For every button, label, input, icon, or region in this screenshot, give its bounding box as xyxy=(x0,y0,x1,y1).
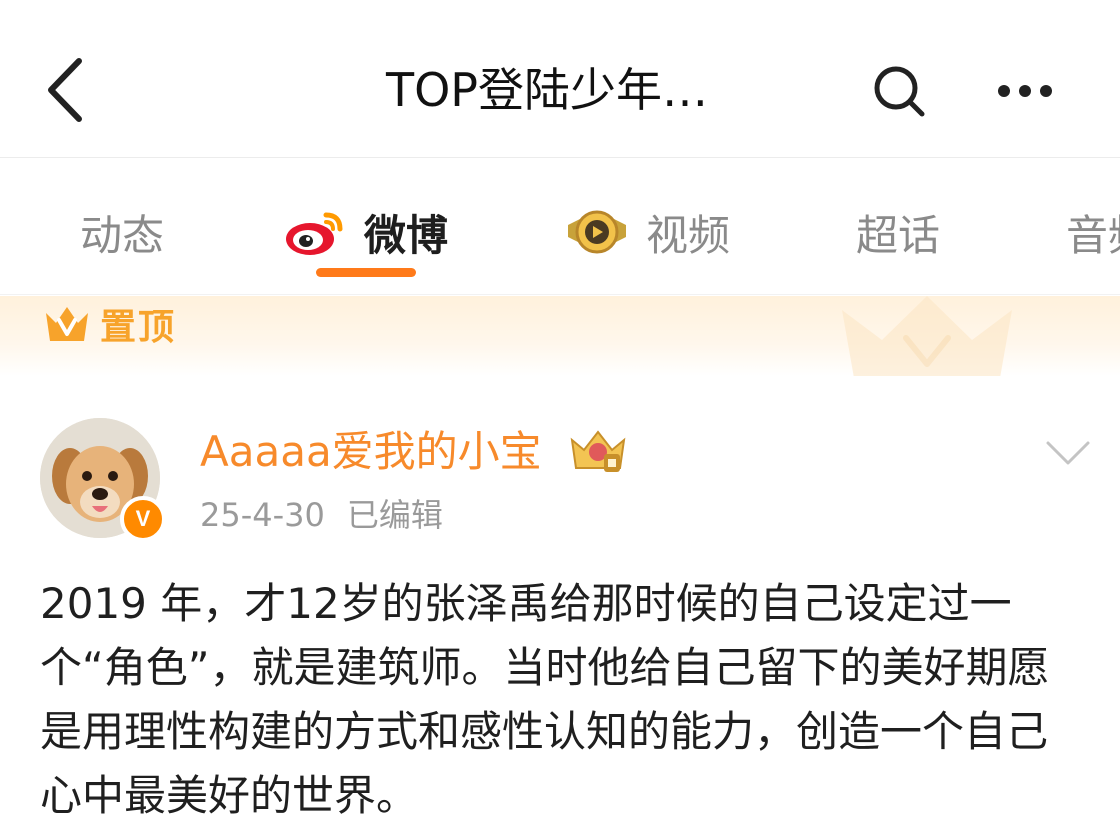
tab-weibo[interactable]: 微博 xyxy=(284,197,448,267)
tab-label: 视频 xyxy=(646,210,731,260)
username[interactable]: Aaaaa爱我的小宝 xyxy=(200,424,542,480)
pinned-banner: 置顶 xyxy=(0,296,1120,376)
tab-label: 动态 xyxy=(80,210,165,260)
pinned-badge: 置顶 xyxy=(42,298,176,350)
post-meta: 25-4-30 已编辑 xyxy=(200,494,443,536)
tab-super-topic[interactable]: 超话 xyxy=(856,197,940,267)
tab-label: 微博 xyxy=(364,210,449,260)
post-text: 2019 年，才12岁的张泽禹给那时候的自己设定过一个“角色”，就是建筑师。当时… xyxy=(40,579,1050,820)
crown-v-icon xyxy=(46,307,88,341)
top-bar: TOP登陆少年… xyxy=(0,0,1120,158)
tab-label: 音频 xyxy=(1066,210,1120,260)
search-button[interactable] xyxy=(866,58,932,124)
more-dots-icon xyxy=(998,85,1052,97)
edited-label: 已编辑 xyxy=(346,496,443,534)
pinned-label: 置顶 xyxy=(100,307,177,348)
active-tab-indicator xyxy=(316,268,416,277)
post-options-button[interactable] xyxy=(1036,428,1100,478)
member-crown-icon[interactable] xyxy=(568,428,628,476)
verified-badge: V xyxy=(120,496,166,542)
tab-label: 超话 xyxy=(856,210,941,260)
video-badge-icon xyxy=(568,210,626,254)
verified-badge-label: V xyxy=(135,506,151,531)
weibo-logo-icon xyxy=(286,212,343,255)
more-button[interactable] xyxy=(990,58,1060,124)
search-icon xyxy=(874,66,925,117)
chevron-left-icon xyxy=(48,58,82,122)
tab-audio[interactable]: 音频 xyxy=(1066,197,1120,267)
crown-watermark-icon xyxy=(842,296,1012,376)
chevron-down-icon xyxy=(1046,441,1090,465)
back-button[interactable] xyxy=(30,50,100,130)
tab-bar: 动态 微博 视频 超话 音频 xyxy=(0,159,1120,295)
page-title: TOP登陆少年… xyxy=(386,63,709,117)
post-date: 25-4-30 xyxy=(200,496,325,534)
tab-video[interactable]: 视频 xyxy=(566,197,730,267)
tab-dynamic[interactable]: 动态 xyxy=(80,197,164,267)
